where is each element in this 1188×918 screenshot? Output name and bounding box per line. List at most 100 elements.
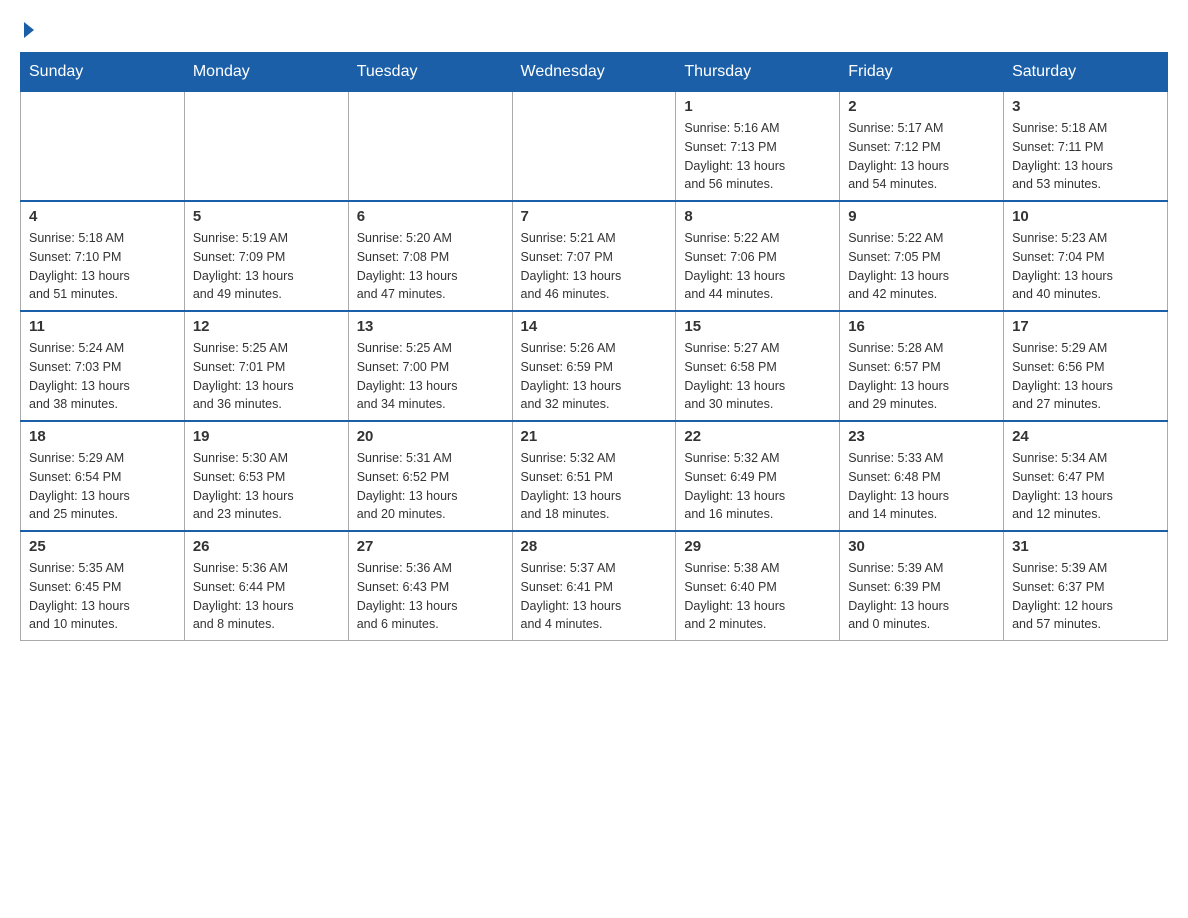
day-number: 29 xyxy=(684,538,831,555)
calendar-cell: 28Sunrise: 5:37 AMSunset: 6:41 PMDayligh… xyxy=(512,531,676,641)
day-number: 1 xyxy=(684,98,831,115)
calendar-cell: 19 Sunrise: 5:30 AMSunset: 6:53 PMDayligh… xyxy=(184,421,348,531)
calendar-cell: 2 Sunrise: 5:17 AMSunset: 7:12 PMDaylight… xyxy=(840,92,1004,202)
calendar-cell: 1Sunrise: 5:16 AMSunset: 7:13 PMDaylight… xyxy=(676,92,840,202)
calendar-cell xyxy=(184,92,348,202)
calendar-cell xyxy=(512,92,676,202)
day-info: Sunrise: 5:24 AMSunset: 7:03 PMDaylight:… xyxy=(29,339,176,414)
day-info: Sunrise: 5:38 AMSunset: 6:40 PMDaylight:… xyxy=(684,559,831,634)
logo xyxy=(20,20,34,36)
weekday-header-row: SundayMondayTuesdayWednesdayThursdayFrid… xyxy=(21,53,1168,92)
calendar-week-row: 18Sunrise: 5:29 AMSunset: 6:54 PMDayligh… xyxy=(21,421,1168,531)
day-number: 6 xyxy=(357,208,504,225)
day-number: 21 xyxy=(521,428,668,445)
day-info: Sunrise: 5:22 AMSunset: 7:05 PMDaylight:… xyxy=(848,229,995,304)
weekday-header-thursday: Thursday xyxy=(676,53,840,92)
weekday-header-friday: Friday xyxy=(840,53,1004,92)
calendar-cell: 11 Sunrise: 5:24 AMSunset: 7:03 PMDayligh… xyxy=(21,311,185,421)
calendar-week-row: 4 Sunrise: 5:18 AMSunset: 7:10 PMDaylight… xyxy=(21,201,1168,311)
calendar-cell: 14 Sunrise: 5:26 AMSunset: 6:59 PMDayligh… xyxy=(512,311,676,421)
day-number: 28 xyxy=(521,538,668,555)
day-info: Sunrise: 5:33 AMSunset: 6:48 PMDaylight:… xyxy=(848,449,995,524)
calendar-cell: 30 Sunrise: 5:39 AMSunset: 6:39 PMDayligh… xyxy=(840,531,1004,641)
day-info: Sunrise: 5:36 AMSunset: 6:43 PMDaylight:… xyxy=(357,559,504,634)
day-info: Sunrise: 5:29 AMSunset: 6:56 PMDaylight:… xyxy=(1012,339,1159,414)
calendar-week-row: 1Sunrise: 5:16 AMSunset: 7:13 PMDaylight… xyxy=(21,92,1168,202)
day-number: 19 xyxy=(193,428,340,445)
day-info: Sunrise: 5:21 AMSunset: 7:07 PMDaylight:… xyxy=(521,229,668,304)
calendar-cell: 13 Sunrise: 5:25 AMSunset: 7:00 PMDayligh… xyxy=(348,311,512,421)
day-number: 5 xyxy=(193,208,340,225)
day-number: 20 xyxy=(357,428,504,445)
calendar-cell: 15 Sunrise: 5:27 AMSunset: 6:58 PMDayligh… xyxy=(676,311,840,421)
day-number: 4 xyxy=(29,208,176,225)
day-info: Sunrise: 5:25 AMSunset: 7:01 PMDaylight:… xyxy=(193,339,340,414)
day-number: 22 xyxy=(684,428,831,445)
day-info: Sunrise: 5:20 AMSunset: 7:08 PMDaylight:… xyxy=(357,229,504,304)
calendar-cell: 8 Sunrise: 5:22 AMSunset: 7:06 PMDaylight… xyxy=(676,201,840,311)
day-number: 26 xyxy=(193,538,340,555)
day-info: Sunrise: 5:25 AMSunset: 7:00 PMDaylight:… xyxy=(357,339,504,414)
day-number: 16 xyxy=(848,318,995,335)
calendar-week-row: 11 Sunrise: 5:24 AMSunset: 7:03 PMDayligh… xyxy=(21,311,1168,421)
day-number: 10 xyxy=(1012,208,1159,225)
weekday-header-saturday: Saturday xyxy=(1004,53,1168,92)
day-number: 12 xyxy=(193,318,340,335)
day-info: Sunrise: 5:17 AMSunset: 7:12 PMDaylight:… xyxy=(848,119,995,194)
day-number: 14 xyxy=(521,318,668,335)
day-info: Sunrise: 5:32 AMSunset: 6:49 PMDaylight:… xyxy=(684,449,831,524)
day-number: 25 xyxy=(29,538,176,555)
weekday-header-wednesday: Wednesday xyxy=(512,53,676,92)
day-number: 17 xyxy=(1012,318,1159,335)
calendar-cell: 24 Sunrise: 5:34 AMSunset: 6:47 PMDayligh… xyxy=(1004,421,1168,531)
day-number: 7 xyxy=(521,208,668,225)
day-number: 8 xyxy=(684,208,831,225)
weekday-header-sunday: Sunday xyxy=(21,53,185,92)
day-info: Sunrise: 5:28 AMSunset: 6:57 PMDaylight:… xyxy=(848,339,995,414)
calendar-cell: 22 Sunrise: 5:32 AMSunset: 6:49 PMDayligh… xyxy=(676,421,840,531)
calendar-cell: 6 Sunrise: 5:20 AMSunset: 7:08 PMDaylight… xyxy=(348,201,512,311)
calendar-cell: 10 Sunrise: 5:23 AMSunset: 7:04 PMDayligh… xyxy=(1004,201,1168,311)
calendar-cell: 5Sunrise: 5:19 AMSunset: 7:09 PMDaylight… xyxy=(184,201,348,311)
calendar-table: SundayMondayTuesdayWednesdayThursdayFrid… xyxy=(20,52,1168,641)
calendar-cell: 23 Sunrise: 5:33 AMSunset: 6:48 PMDayligh… xyxy=(840,421,1004,531)
calendar-cell: 9 Sunrise: 5:22 AMSunset: 7:05 PMDaylight… xyxy=(840,201,1004,311)
calendar-cell: 31Sunrise: 5:39 AMSunset: 6:37 PMDayligh… xyxy=(1004,531,1168,641)
day-info: Sunrise: 5:39 AMSunset: 6:39 PMDaylight:… xyxy=(848,559,995,634)
day-number: 23 xyxy=(848,428,995,445)
weekday-header-tuesday: Tuesday xyxy=(348,53,512,92)
day-info: Sunrise: 5:35 AMSunset: 6:45 PMDaylight:… xyxy=(29,559,176,634)
logo-arrow-icon xyxy=(24,22,34,38)
day-info: Sunrise: 5:22 AMSunset: 7:06 PMDaylight:… xyxy=(684,229,831,304)
calendar-cell xyxy=(348,92,512,202)
day-info: Sunrise: 5:26 AMSunset: 6:59 PMDaylight:… xyxy=(521,339,668,414)
calendar-cell: 29 Sunrise: 5:38 AMSunset: 6:40 PMDayligh… xyxy=(676,531,840,641)
day-info: Sunrise: 5:18 AMSunset: 7:10 PMDaylight:… xyxy=(29,229,176,304)
calendar-cell: 21 Sunrise: 5:32 AMSunset: 6:51 PMDayligh… xyxy=(512,421,676,531)
day-info: Sunrise: 5:27 AMSunset: 6:58 PMDaylight:… xyxy=(684,339,831,414)
weekday-header-monday: Monday xyxy=(184,53,348,92)
day-number: 24 xyxy=(1012,428,1159,445)
day-number: 30 xyxy=(848,538,995,555)
day-info: Sunrise: 5:18 AMSunset: 7:11 PMDaylight:… xyxy=(1012,119,1159,194)
day-info: Sunrise: 5:36 AMSunset: 6:44 PMDaylight:… xyxy=(193,559,340,634)
day-info: Sunrise: 5:30 AMSunset: 6:53 PMDaylight:… xyxy=(193,449,340,524)
calendar-cell xyxy=(21,92,185,202)
calendar-cell: 25 Sunrise: 5:35 AMSunset: 6:45 PMDayligh… xyxy=(21,531,185,641)
day-number: 13 xyxy=(357,318,504,335)
day-info: Sunrise: 5:31 AMSunset: 6:52 PMDaylight:… xyxy=(357,449,504,524)
day-info: Sunrise: 5:34 AMSunset: 6:47 PMDaylight:… xyxy=(1012,449,1159,524)
calendar-cell: 3Sunrise: 5:18 AMSunset: 7:11 PMDaylight… xyxy=(1004,92,1168,202)
calendar-cell: 7 Sunrise: 5:21 AMSunset: 7:07 PMDaylight… xyxy=(512,201,676,311)
calendar-cell: 4 Sunrise: 5:18 AMSunset: 7:10 PMDaylight… xyxy=(21,201,185,311)
calendar-cell: 16 Sunrise: 5:28 AMSunset: 6:57 PMDayligh… xyxy=(840,311,1004,421)
day-number: 9 xyxy=(848,208,995,225)
day-number: 2 xyxy=(848,98,995,115)
day-info: Sunrise: 5:32 AMSunset: 6:51 PMDaylight:… xyxy=(521,449,668,524)
day-number: 15 xyxy=(684,318,831,335)
calendar-week-row: 25 Sunrise: 5:35 AMSunset: 6:45 PMDayligh… xyxy=(21,531,1168,641)
day-number: 31 xyxy=(1012,538,1159,555)
day-info: Sunrise: 5:23 AMSunset: 7:04 PMDaylight:… xyxy=(1012,229,1159,304)
day-number: 11 xyxy=(29,318,176,335)
calendar-cell: 18Sunrise: 5:29 AMSunset: 6:54 PMDayligh… xyxy=(21,421,185,531)
